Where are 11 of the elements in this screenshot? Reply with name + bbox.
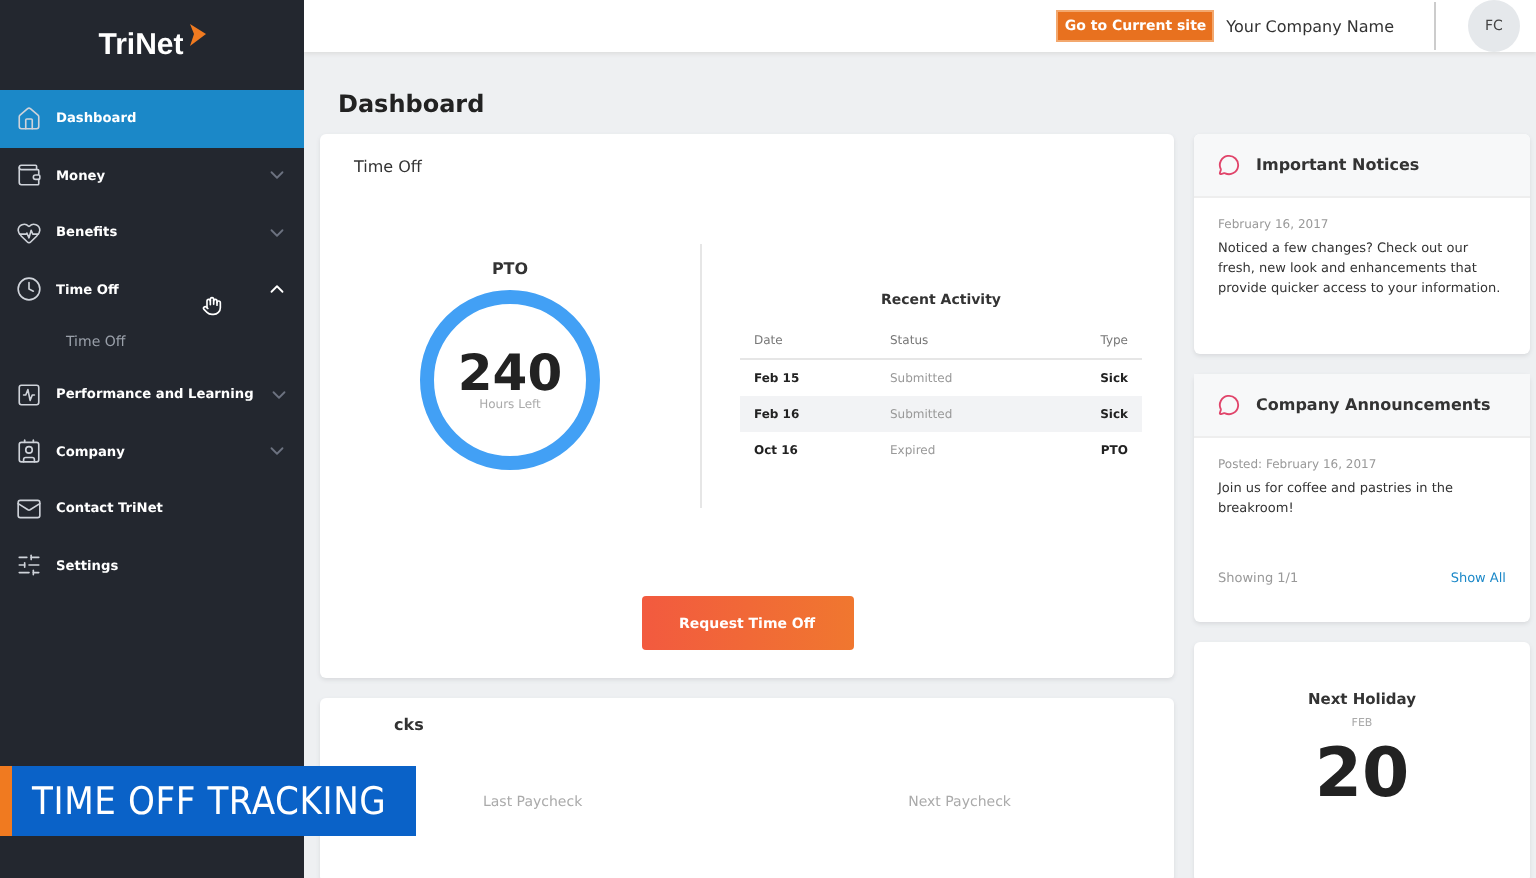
card-title: Important Notices — [1256, 156, 1420, 174]
logo-text: TriNet — [98, 28, 184, 62]
card-title: cks — [392, 714, 426, 734]
card-title: Time Off — [352, 156, 424, 176]
company-name: Your Company Name — [1226, 17, 1394, 35]
card-title: Company Announcements — [1256, 396, 1491, 414]
page-title: Dashboard — [336, 88, 487, 122]
hours-value: 240 — [457, 348, 563, 398]
holiday-day: 20 — [1314, 740, 1410, 808]
pto-label: PTO — [491, 260, 529, 278]
caption-text: TIME OFF TRACKING — [32, 779, 387, 823]
